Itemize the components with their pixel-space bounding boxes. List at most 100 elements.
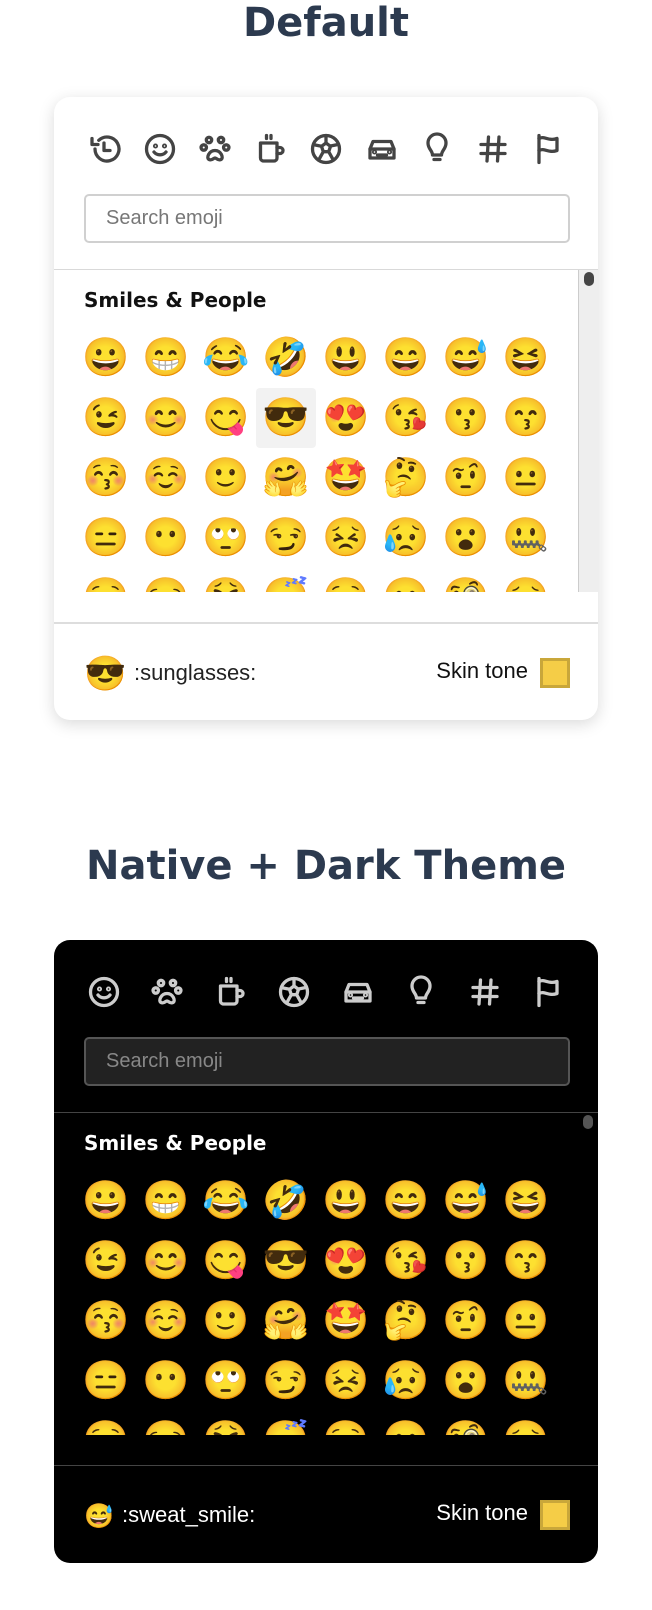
emoji-cell[interactable]: 😅 (436, 1171, 496, 1231)
nav-symbols-icon[interactable] (465, 972, 505, 1012)
emoji-cell[interactable]: 😶 (136, 1351, 196, 1411)
emoji-cell[interactable]: 😏 (256, 1351, 316, 1411)
emoji-cell[interactable]: 😂 (196, 328, 256, 388)
emoji-cell[interactable]: 😙 (496, 1231, 556, 1291)
emoji-cell[interactable]: 😋 (196, 388, 256, 448)
scrollbar[interactable] (578, 1113, 598, 1435)
emoji-cell[interactable]: 😥 (376, 1351, 436, 1411)
emoji-scroll-area[interactable]: Smiles & People 😀 😁 😂 🤣 😃 😄 😅 😆 😉 😊 😋 😎 😍 😘 😗 😙 😚 ☺️ 🙂 🤗 🤩 🤔 🤨 😐… (54, 269, 598, 592)
emoji-cell[interactable]: 🤣 (256, 328, 316, 388)
emoji-cell[interactable]: 😌 (76, 568, 136, 592)
emoji-cell[interactable]: 🧐 (436, 568, 496, 592)
skin-tone-swatch[interactable] (540, 658, 570, 688)
nav-recent-icon[interactable] (84, 129, 124, 169)
emoji-cell[interactable]: 😏 (256, 508, 316, 568)
emoji-cell[interactable]: 😮 (436, 1351, 496, 1411)
emoji-cell[interactable]: 🤨 (436, 448, 496, 508)
emoji-cell[interactable]: 😗 (436, 1231, 496, 1291)
emoji-scroll-area[interactable]: Smiles & People 😀 😁 😂 🤣 😃 😄 😅 😆 😉 😊 😋 😎 😍 😘 😗 😙 😚 ☺️ 🙂 🤗 🤩 🤔 🤨 😐… (54, 1112, 598, 1435)
emoji-cell[interactable]: 🙄 (196, 1351, 256, 1411)
emoji-cell[interactable]: 😫 (196, 1411, 256, 1435)
emoji-cell[interactable]: 😐 (496, 1291, 556, 1351)
emoji-cell[interactable]: 🤣 (256, 1171, 316, 1231)
nav-animals-icon[interactable] (147, 972, 187, 1012)
search-box[interactable]: Search emoji (84, 1037, 570, 1086)
nav-smileys-icon[interactable] (140, 129, 180, 169)
emoji-cell[interactable]: 😉 (76, 388, 136, 448)
emoji-cell[interactable]: 😮 (436, 508, 496, 568)
nav-food-icon[interactable] (211, 972, 251, 1012)
emoji-cell[interactable]: 😚 (76, 448, 136, 508)
emoji-cell[interactable]: 😍 (316, 388, 376, 448)
search-input[interactable] (84, 194, 570, 243)
skin-tone-swatch[interactable] (540, 1500, 570, 1530)
nav-animals-icon[interactable] (195, 129, 235, 169)
emoji-cell[interactable]: 😘 (376, 1231, 436, 1291)
emoji-cell[interactable]: 😀 (76, 1171, 136, 1231)
scrollbar[interactable] (578, 270, 598, 592)
emoji-cell[interactable]: ☺️ (136, 1291, 196, 1351)
emoji-cell[interactable]: 😌 (76, 1411, 136, 1435)
emoji-cell[interactable]: 🙄 (196, 508, 256, 568)
emoji-cell[interactable]: 😒 (136, 568, 196, 592)
search-box[interactable]: Search emoji (84, 194, 570, 243)
emoji-cell[interactable]: 🤗 (256, 448, 316, 508)
emoji-cell[interactable]: 🤐 (496, 508, 556, 568)
emoji-cell[interactable]: 😋 (196, 1231, 256, 1291)
nav-flags-icon[interactable] (528, 972, 568, 1012)
emoji-cell[interactable]: 😣 (496, 1411, 556, 1435)
emoji-cell[interactable]: 😐 (496, 448, 556, 508)
emoji-cell[interactable]: 🤔 (376, 448, 436, 508)
emoji-cell[interactable]: 😁 (136, 1171, 196, 1231)
emoji-cell[interactable]: 😂 (196, 1171, 256, 1231)
emoji-cell[interactable]: 😴 (256, 1411, 316, 1435)
emoji-cell[interactable]: 😫 (196, 568, 256, 592)
emoji-cell[interactable]: 😌 (316, 1411, 376, 1435)
nav-smileys-icon[interactable] (84, 972, 124, 1012)
emoji-cell[interactable]: 😚 (76, 1291, 136, 1351)
emoji-cell[interactable]: 🤔 (376, 1291, 436, 1351)
emoji-cell[interactable]: 🤩 (316, 448, 376, 508)
emoji-cell[interactable]: 😆 (496, 328, 556, 388)
emoji-cell[interactable]: 😴 (256, 568, 316, 592)
emoji-cell[interactable]: 🧐 (436, 1411, 496, 1435)
emoji-cell[interactable]: 😌 (316, 568, 376, 592)
emoji-cell[interactable]: 😙 (496, 388, 556, 448)
emoji-cell[interactable]: 🤗 (256, 1291, 316, 1351)
emoji-cell[interactable]: 🙂 (196, 448, 256, 508)
emoji-cell[interactable]: 🤨 (436, 1291, 496, 1351)
emoji-cell[interactable]: 😣 (496, 568, 556, 592)
emoji-cell[interactable]: 🤐 (496, 1351, 556, 1411)
nav-symbols-icon[interactable] (473, 129, 513, 169)
emoji-cell[interactable]: 😎 (256, 388, 316, 448)
emoji-cell[interactable]: 😘 (376, 388, 436, 448)
search-input[interactable] (84, 1037, 570, 1086)
emoji-cell[interactable]: 😶 (376, 568, 436, 592)
emoji-cell[interactable]: 😑 (76, 1351, 136, 1411)
emoji-cell[interactable]: 😣 (316, 1351, 376, 1411)
emoji-cell[interactable]: 😀 (76, 328, 136, 388)
nav-flags-icon[interactable] (528, 129, 568, 169)
emoji-cell[interactable]: 😣 (316, 508, 376, 568)
nav-activity-icon[interactable] (306, 129, 346, 169)
emoji-cell[interactable]: 😥 (376, 508, 436, 568)
emoji-cell[interactable]: ☺️ (136, 448, 196, 508)
emoji-cell[interactable]: 😁 (136, 328, 196, 388)
emoji-cell[interactable]: 😗 (436, 388, 496, 448)
emoji-cell[interactable]: 🙂 (196, 1291, 256, 1351)
emoji-cell[interactable]: 😄 (376, 328, 436, 388)
emoji-cell[interactable]: 😊 (136, 1231, 196, 1291)
nav-food-icon[interactable] (251, 129, 291, 169)
emoji-cell[interactable]: 😑 (76, 508, 136, 568)
emoji-cell[interactable]: 😶 (376, 1411, 436, 1435)
emoji-cell[interactable]: 😆 (496, 1171, 556, 1231)
emoji-cell[interactable]: 🤩 (316, 1291, 376, 1351)
emoji-cell[interactable]: 😃 (316, 328, 376, 388)
emoji-cell[interactable]: 😒 (136, 1411, 196, 1435)
emoji-cell[interactable]: 😅 (436, 328, 496, 388)
nav-objects-icon[interactable] (417, 129, 457, 169)
emoji-cell[interactable]: 😄 (376, 1171, 436, 1231)
emoji-cell[interactable]: 😉 (76, 1231, 136, 1291)
emoji-cell[interactable]: 😃 (316, 1171, 376, 1231)
scrollbar-thumb[interactable] (584, 272, 594, 286)
